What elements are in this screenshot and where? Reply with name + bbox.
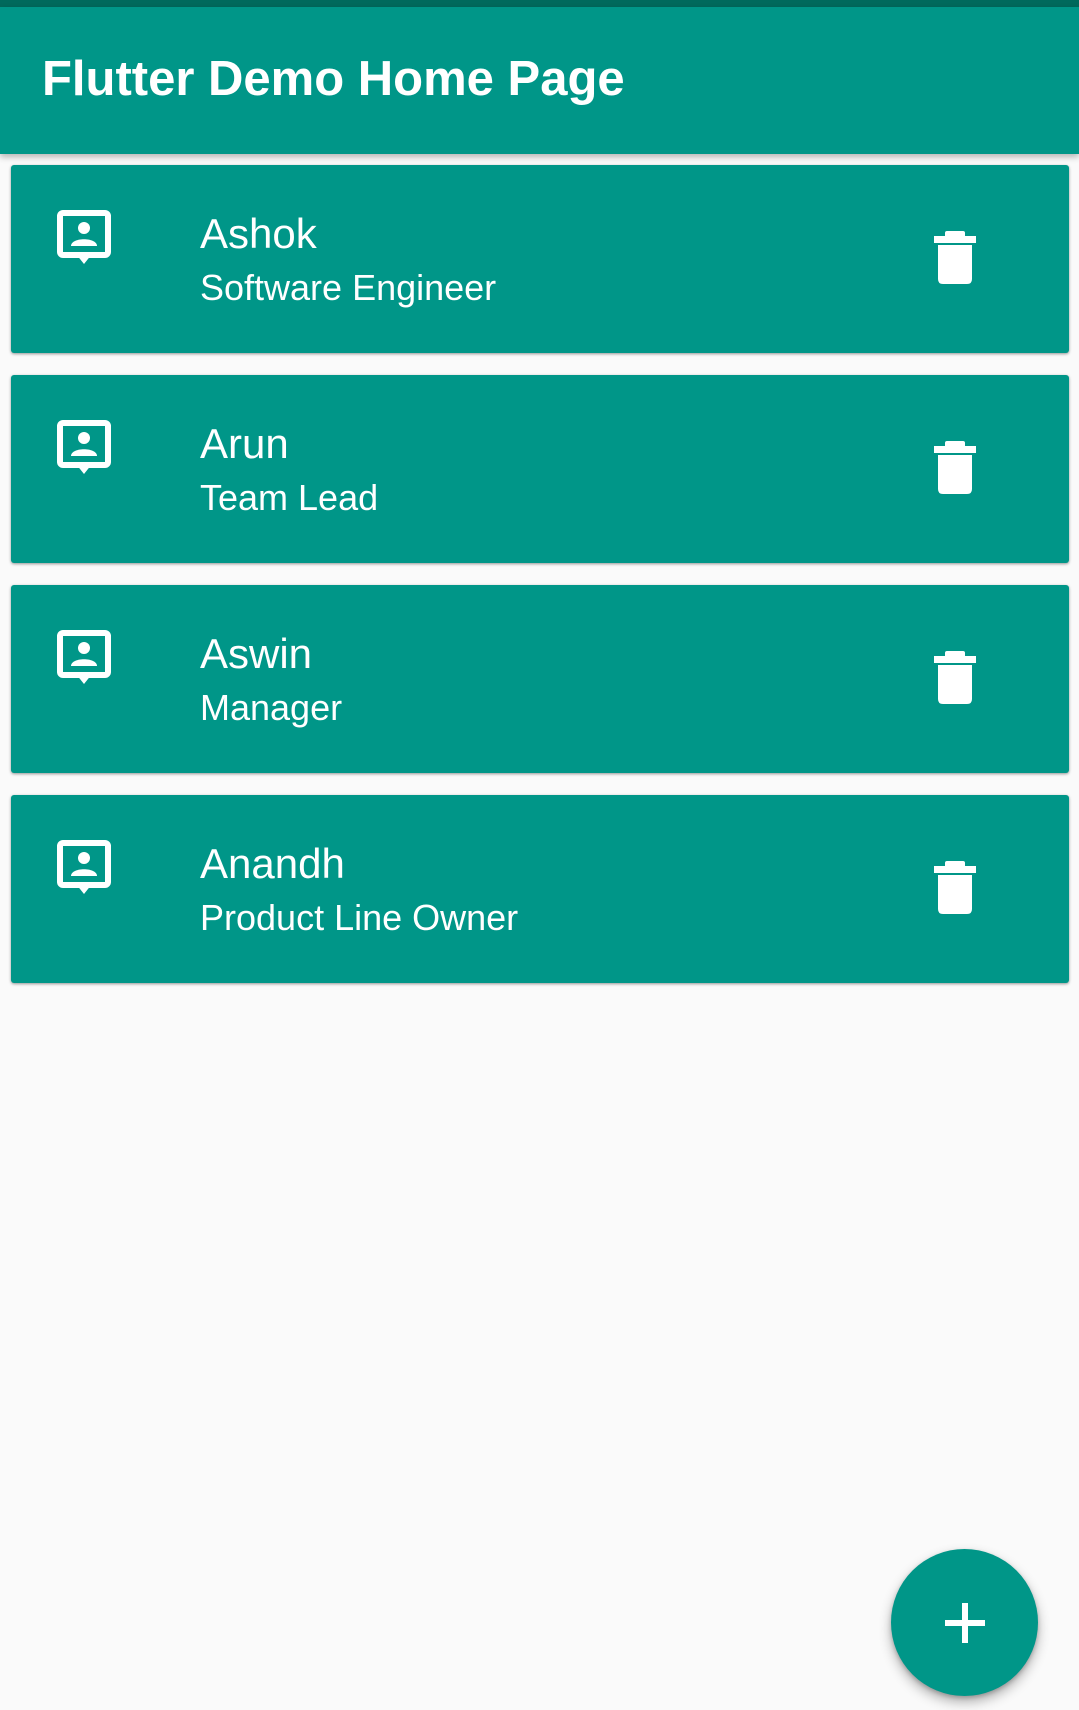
contact-card[interactable]: Aswin Manager [11, 585, 1069, 773]
contact-name: Ashok [200, 210, 317, 257]
contact-mail-icon [57, 420, 111, 478]
contact-card[interactable]: Arun Team Lead [11, 375, 1069, 563]
contact-mail-icon [57, 630, 111, 688]
app-bar: Flutter Demo Home Page [0, 7, 1079, 154]
contact-role: Product Line Owner [200, 897, 519, 938]
contact-name: Anandh [200, 840, 345, 887]
add-icon [943, 1601, 987, 1645]
contact-role: Manager [200, 687, 343, 728]
contact-mail-icon [57, 840, 111, 898]
delete-icon[interactable] [931, 439, 979, 495]
delete-icon[interactable] [931, 859, 979, 915]
contact-name: Aswin [200, 630, 313, 677]
page-title: Flutter Demo Home Page [42, 52, 625, 106]
contact-name: Arun [200, 420, 289, 467]
contact-mail-icon [57, 210, 111, 268]
delete-icon[interactable] [931, 229, 979, 285]
contact-card[interactable]: Anandh Product Line Owner [11, 795, 1069, 983]
contact-card[interactable]: Ashok Software Engineer [11, 165, 1069, 353]
contact-list: Ashok Software Engineer Arun Team Lead A… [11, 165, 1069, 1005]
status-bar [0, 0, 1079, 7]
contact-role: Software Engineer [200, 267, 497, 308]
contact-role: Team Lead [200, 477, 379, 518]
add-button[interactable] [891, 1549, 1038, 1696]
delete-icon[interactable] [931, 649, 979, 705]
